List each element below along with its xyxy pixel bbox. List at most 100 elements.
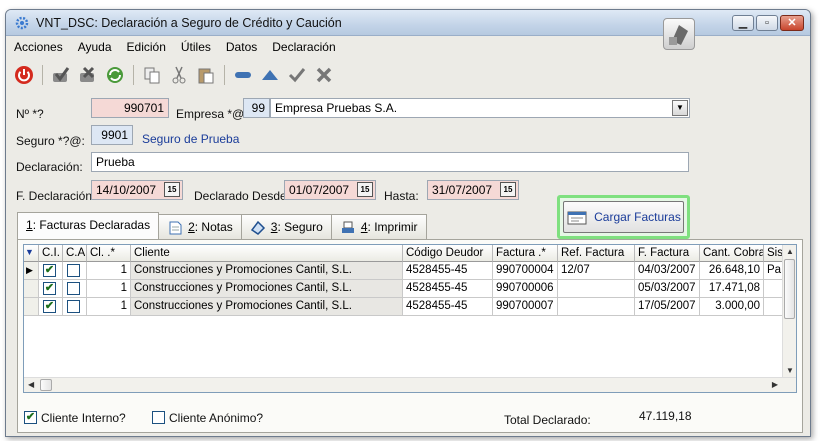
cell-ref[interactable] — [558, 298, 635, 316]
toolbar-separator — [133, 65, 134, 85]
col-header-f-factura[interactable]: F. Factura — [635, 245, 700, 262]
menu-datos[interactable]: Datos — [218, 37, 264, 57]
calendar-icon[interactable]: 15 — [500, 182, 516, 197]
col-header-ref-factura[interactable]: Ref. Factura — [558, 245, 635, 262]
col-header-ci[interactable]: C.I. — [39, 245, 63, 262]
ca-checkbox[interactable]: ✔ — [67, 282, 80, 295]
cell-fecha[interactable]: 04/03/2007 — [635, 262, 700, 280]
ci-checkbox[interactable]: ✔ — [43, 264, 56, 277]
menu-ayuda[interactable]: Ayuda — [70, 37, 119, 57]
refresh-icon[interactable] — [103, 63, 127, 87]
maximize-button[interactable]: ▫ — [756, 15, 778, 31]
tab-seguro[interactable]: 3: Seguro — [240, 214, 332, 239]
cell-cliente[interactable]: Construcciones y Promociones Cantil, S.L… — [131, 280, 403, 298]
seguro-code-field[interactable]: 9901 — [91, 125, 133, 145]
col-header-cl[interactable]: Cl. .* — [87, 245, 131, 262]
col-header-cant-cobrar[interactable]: Cant. Cobrar — [700, 245, 764, 262]
cell-sis[interactable] — [764, 298, 784, 316]
row-indicator — [24, 280, 39, 298]
cell-cliente[interactable]: Construcciones y Promociones Cantil, S.L… — [131, 298, 403, 316]
minus-icon[interactable] — [231, 63, 255, 87]
menu-declaracion[interactable]: Declaración — [264, 37, 342, 57]
cell-factura[interactable]: 990700004 — [493, 262, 558, 280]
check-icon[interactable] — [285, 63, 309, 87]
ca-checkbox[interactable]: ✔ — [67, 300, 80, 313]
cliente-interno-checkbox[interactable]: ✔ — [24, 411, 37, 424]
cell-cl[interactable]: 1 — [87, 262, 131, 280]
cell-codigo[interactable]: 4528455-45 — [403, 262, 493, 280]
approve-check-icon[interactable] — [49, 63, 73, 87]
table-row[interactable]: ✔ — [39, 262, 63, 280]
calendar-icon[interactable]: 15 — [357, 182, 373, 197]
cell-fecha[interactable]: 17/05/2007 — [635, 298, 700, 316]
cell-sis[interactable]: Pa — [764, 262, 784, 280]
paste-icon[interactable] — [194, 63, 218, 87]
cell-codigo[interactable]: 4528455-45 — [403, 298, 493, 316]
cliente-interno-label: Cliente Interno? — [41, 411, 126, 425]
cut-icon[interactable] — [167, 63, 191, 87]
grid-horizontal-scrollbar[interactable]: ◀ ▶ — [24, 377, 796, 392]
table-row[interactable]: ✔ — [63, 262, 87, 280]
cell-factura[interactable]: 990700007 — [493, 298, 558, 316]
delete-record-icon[interactable] — [76, 63, 100, 87]
cell-cantidad[interactable]: 17.471,08 — [700, 280, 764, 298]
table-row[interactable]: ✔ — [63, 298, 87, 316]
menu-edicion[interactable]: Edición — [119, 37, 173, 57]
main-window: VNT_DSC: Declaración a Seguro de Crédito… — [5, 9, 811, 437]
scroll-up-icon[interactable]: ▲ — [786, 247, 794, 256]
cell-sis[interactable] — [764, 280, 784, 298]
cell-codigo[interactable]: 4528455-45 — [403, 280, 493, 298]
minimize-button[interactable]: ▁ — [732, 15, 754, 31]
numero-field[interactable]: 990701 — [91, 98, 169, 118]
cell-cantidad[interactable]: 3.000,00 — [700, 298, 764, 316]
col-header-ca[interactable]: C.A. — [63, 245, 87, 262]
cell-cliente[interactable]: Construcciones y Promociones Cantil, S.L… — [131, 262, 403, 280]
table-row[interactable]: ✔ — [39, 298, 63, 316]
row-indicator: ▶ — [24, 262, 39, 280]
triangle-up-icon[interactable] — [258, 63, 282, 87]
scroll-right-icon[interactable]: ▶ — [772, 380, 778, 389]
ca-checkbox[interactable]: ✔ — [67, 264, 80, 277]
cell-cl[interactable]: 1 — [87, 280, 131, 298]
cell-ref[interactable] — [558, 280, 635, 298]
scroll-left-icon[interactable]: ◀ — [28, 380, 34, 389]
ci-checkbox[interactable]: ✔ — [43, 282, 56, 295]
table-row[interactable]: ✔ — [63, 280, 87, 298]
chevron-down-icon[interactable]: ▼ — [672, 100, 688, 116]
ci-checkbox[interactable]: ✔ — [43, 300, 56, 313]
menu-utiles[interactable]: Útiles — [173, 37, 218, 57]
total-declarado-value: 47.119,18 — [639, 409, 692, 423]
cell-factura[interactable]: 990700006 — [493, 280, 558, 298]
col-header-codigo-deudor[interactable]: Código Deudor — [403, 245, 493, 262]
close-button[interactable]: ✕ — [780, 15, 804, 31]
calendar-icon[interactable]: 15 — [164, 182, 180, 197]
table-row[interactable]: ✔ — [39, 280, 63, 298]
menu-acciones[interactable]: Acciones — [6, 37, 70, 57]
cargar-facturas-button[interactable]: Cargar Facturas — [557, 195, 690, 239]
col-header-factura[interactable]: Factura .* — [493, 245, 558, 262]
scroll-thumb[interactable] — [784, 259, 795, 319]
empresa-combo[interactable]: Empresa Pruebas S.A. ▼ — [270, 98, 690, 118]
cell-ref[interactable]: 12/07 — [558, 262, 635, 280]
declaracion-field[interactable]: Prueba — [91, 152, 689, 172]
col-header-sis[interactable]: Sis — [764, 245, 784, 262]
tab-imprimir[interactable]: 4: Imprimir — [330, 214, 427, 239]
cell-cl[interactable]: 1 — [87, 298, 131, 316]
col-header-cliente[interactable]: Cliente — [131, 245, 403, 262]
tab-strip: 1: Facturas Declaradas 2: Notas 3: Segur… — [17, 212, 427, 239]
x-icon[interactable] — [312, 63, 336, 87]
tab-facturas-declaradas[interactable]: 1: Facturas Declaradas — [17, 212, 160, 239]
tab-notas[interactable]: 2: Notas — [158, 214, 242, 239]
grid-vertical-scrollbar[interactable]: ▲ ▼ — [782, 245, 796, 377]
scroll-down-icon[interactable]: ▼ — [786, 366, 794, 375]
cell-fecha[interactable]: 05/03/2007 — [635, 280, 700, 298]
copy-icon[interactable] — [140, 63, 164, 87]
empresa-code-field[interactable]: 99 — [243, 98, 270, 118]
scroll-thumb[interactable] — [40, 379, 52, 391]
cliente-anonimo-checkbox[interactable]: ✔ — [152, 411, 165, 424]
seguro-name: Seguro de Prueba — [142, 132, 240, 146]
power-off-icon[interactable] — [12, 63, 36, 87]
grid-sort-indicator[interactable]: ▼ — [24, 245, 39, 262]
cliente-anonimo-label: Cliente Anónimo? — [169, 411, 264, 425]
cell-cantidad[interactable]: 26.648,10 — [700, 262, 764, 280]
